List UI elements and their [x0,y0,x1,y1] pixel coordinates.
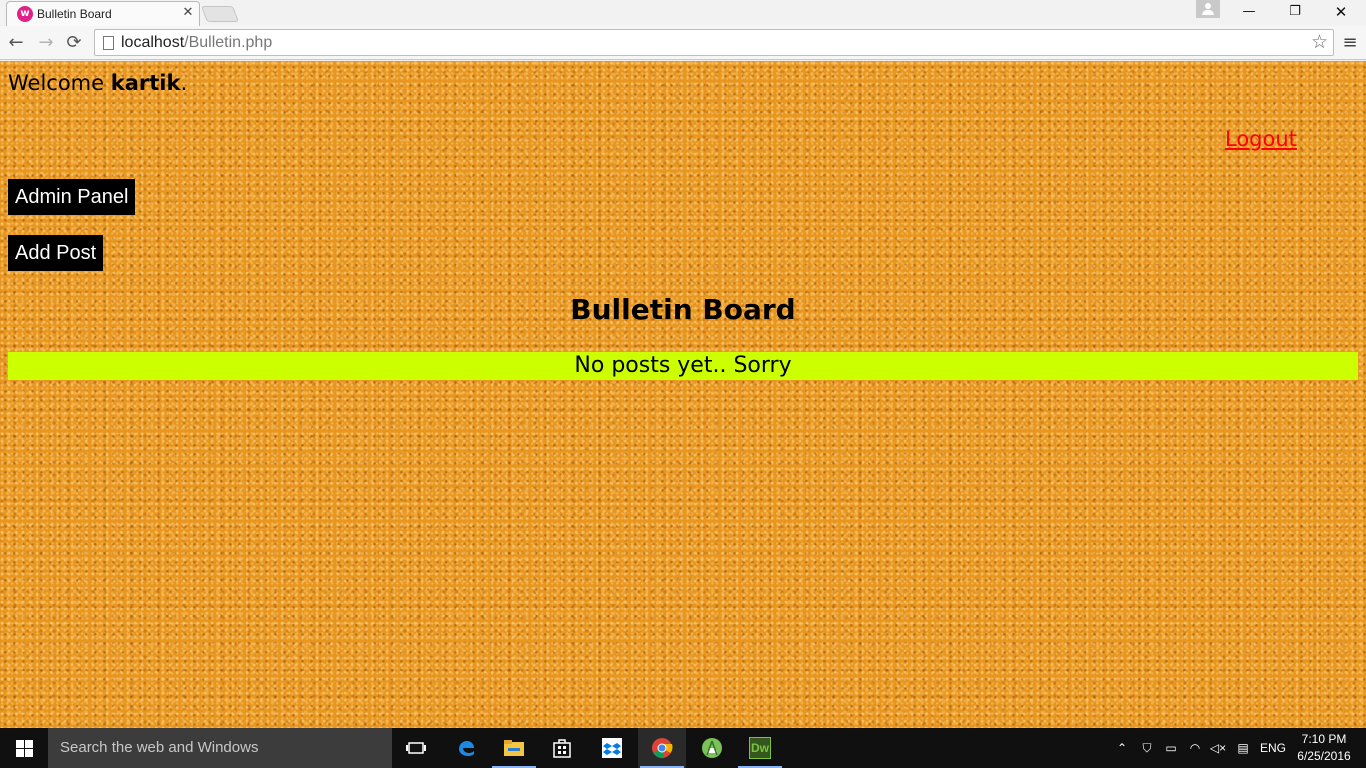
logout-link[interactable]: Logout [1225,127,1297,151]
profile-icon[interactable] [1196,0,1220,18]
minimize-button[interactable]: — [1226,0,1272,24]
chrome-menu-icon[interactable]: ≡ [1338,31,1362,55]
close-window-button[interactable]: ✕ [1318,0,1364,24]
browser-toolbar: ← → ⟳ localhost/Bulletin.php ☆ ≡ [0,26,1366,60]
taskbar-search-input[interactable]: Search the web and Windows [48,728,392,768]
chrome-icon[interactable] [638,728,686,768]
task-view-glyph [406,742,426,754]
no-posts-message: No posts yet.. Sorry [8,352,1358,380]
page-icon [103,36,114,50]
system-clock[interactable]: 7:10 PM 6/25/2016 [1294,731,1354,765]
address-bar[interactable]: localhost/Bulletin.php ☆ [94,29,1334,56]
search-placeholder: Search the web and Windows [60,739,259,756]
edge-glyph [459,741,474,756]
windows-start-icon[interactable] [0,728,48,768]
dropbox-glyph [602,738,622,758]
battery-icon[interactable]: ▭ [1160,728,1182,768]
file-explorer-icon[interactable] [490,728,538,768]
tab-close-icon[interactable]: ✕ [181,5,195,21]
chrome-glyph [652,738,673,759]
input-language[interactable]: ENG [1258,728,1288,768]
welcome-prefix: Welcome [8,71,111,95]
new-tab-button[interactable] [201,6,239,22]
browser-tab[interactable]: w Bulletin Board ✕ [6,1,200,26]
dropbox-icon[interactable] [588,728,636,768]
add-post-button[interactable]: Add Post [8,235,104,271]
page-viewport: Welcome kartik. Logout Admin Panel Add P… [0,61,1366,728]
username: kartik [110,71,181,95]
folder-glyph [504,740,524,756]
wamp-favicon-icon: w [17,6,33,22]
restore-button[interactable]: ❐ [1272,0,1318,24]
admin-panel-button[interactable]: Admin Panel [8,179,136,215]
bookmark-star-icon[interactable]: ☆ [1311,31,1328,53]
android-studio-icon[interactable] [688,728,736,768]
clock-date: 6/25/2016 [1297,749,1351,763]
url-host: localhost [121,34,185,51]
volume-muted-icon[interactable]: ◁× [1208,728,1228,768]
back-arrow-icon[interactable]: ← [4,31,28,55]
store-glyph [553,739,571,758]
dreamweaver-icon[interactable]: Dw [736,728,784,768]
dreamweaver-label: Dw [749,737,771,759]
wifi-icon[interactable]: ◠ [1184,728,1206,768]
url-path: /Bulletin.php [184,34,273,51]
show-hidden-icons-chevron-icon[interactable]: ⌃ [1112,728,1132,768]
tab-title: Bulletin Board [37,7,112,21]
action-center-icon[interactable]: ▤ [1232,728,1254,768]
url-text: localhost/Bulletin.php [121,34,272,52]
store-icon[interactable] [538,728,586,768]
android-studio-glyph [702,738,722,758]
edge-icon[interactable] [442,728,490,768]
forward-arrow-icon[interactable]: → [34,31,58,55]
security-shield-icon[interactable]: ⛉ [1136,728,1158,768]
reload-icon[interactable]: ⟳ [62,31,86,55]
page-title: Bulletin Board [570,293,796,326]
welcome-message: Welcome kartik. [8,71,187,95]
windows-taskbar: Search the web and Windows Dw ⌃ ⛉ ▭ ◠ ◁×… [0,728,1366,768]
task-view-icon[interactable] [392,728,440,768]
clock-time: 7:10 PM [1301,732,1347,746]
browser-titlebar: w Bulletin Board ✕ — ❐ ✕ [0,0,1366,26]
welcome-suffix: . [180,71,188,95]
